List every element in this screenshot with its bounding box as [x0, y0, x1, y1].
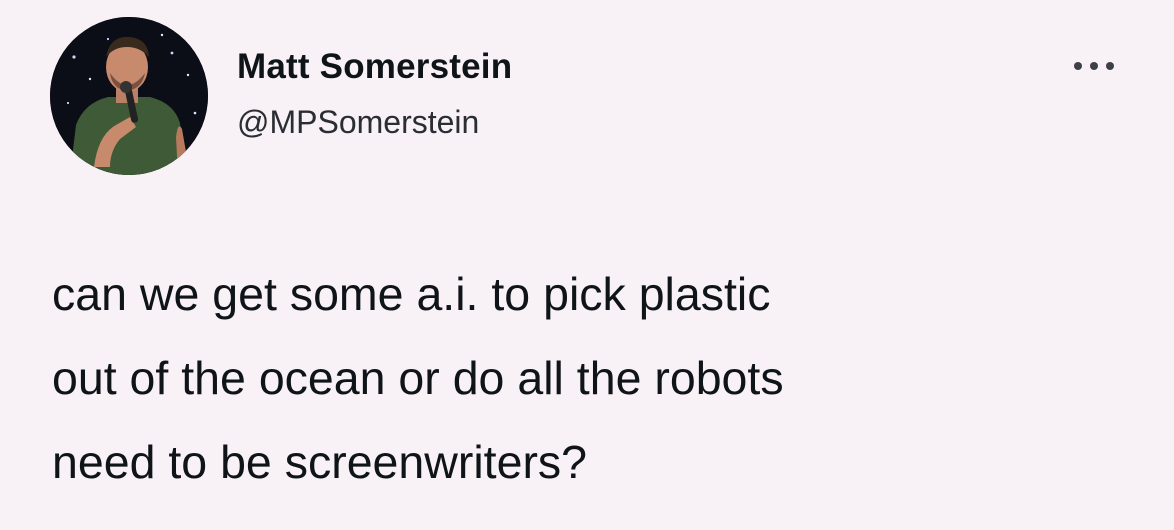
more-options-icon[interactable] — [1068, 40, 1120, 76]
tweet-text: can we get some a.i. to pick plastic out… — [52, 252, 1142, 504]
tweet-text-line: can we get some a.i. to pick plastic — [52, 268, 771, 320]
tweet-card: Matt Somerstein @MPSomerstein can we get… — [0, 0, 1174, 530]
author-name[interactable]: Matt Somerstein — [237, 47, 512, 87]
avatar[interactable] — [50, 17, 208, 175]
author-handle[interactable]: @MPSomerstein — [237, 104, 479, 141]
avatar-photo — [50, 17, 208, 175]
tweet-text-line: out of the ocean or do all the robots — [52, 352, 784, 404]
tweet-text-line: need to be screenwriters? — [52, 436, 588, 488]
